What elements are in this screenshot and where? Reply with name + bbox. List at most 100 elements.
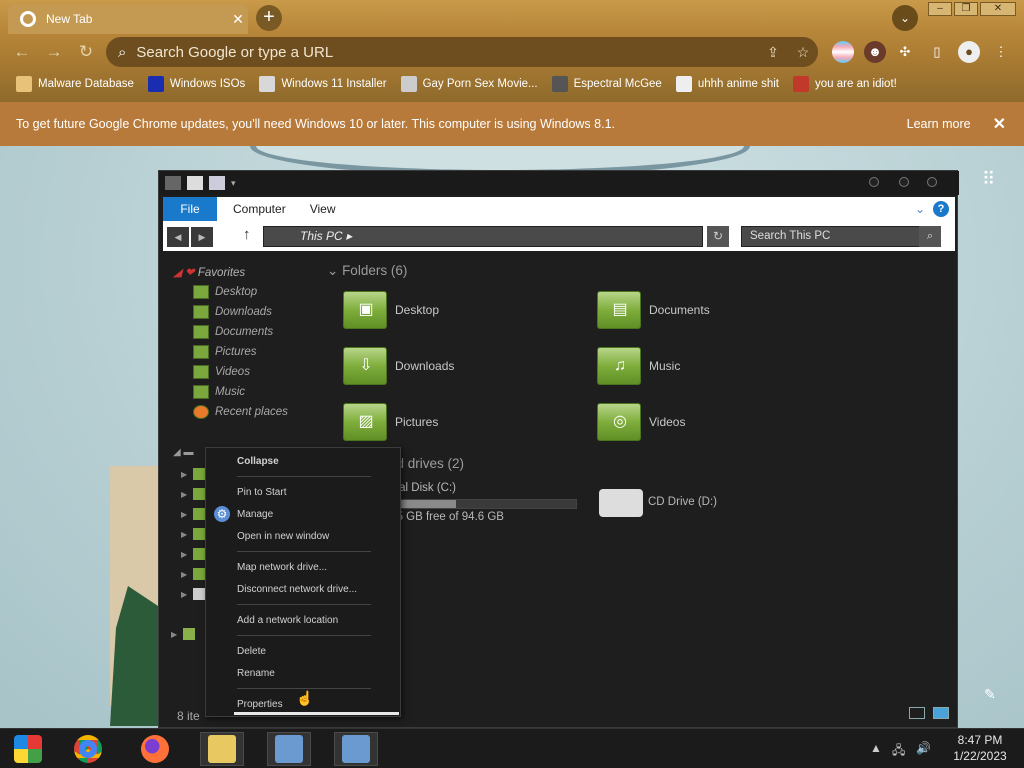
bookmark-label: Espectral McGee [573,78,662,90]
music-note-glyph: ♫ [614,357,626,374]
extensions-puzzle-icon[interactable]: ✣ [894,41,916,63]
customize-pencil-icon[interactable]: ✎ [984,686,996,703]
quick-access-dropdown-icon[interactable]: ▾ [231,178,236,189]
nav-item-music[interactable]: Music [193,385,245,399]
extension-avatar-icon[interactable]: ☻ [864,41,886,63]
learn-more-link[interactable]: Learn more [907,117,971,131]
volume-icon[interactable]: 🔊 [916,741,931,755]
taskbar-chrome[interactable] [66,732,110,766]
menu-item-pin-to-start[interactable]: Pin to Start [237,487,286,498]
profile-icon[interactable]: ● [958,41,980,63]
local-disk-free-space: 5.5 GB free of 94.6 GB [387,511,504,523]
search-input[interactable]: Search This PC [741,226,941,247]
folder-desktop[interactable]: ▣ Desktop [343,291,439,329]
omnibox[interactable]: ⌕ Search Google or type a URL ⇪ ☆ [106,37,818,67]
bookmark-windows-isos[interactable]: Windows ISOs [147,76,245,92]
nav-item-pictures[interactable]: Pictures [193,345,257,359]
window-maximize-button[interactable] [899,177,909,187]
heart-icon: ◢ ❤ [173,267,195,279]
cd-drive-icon[interactable] [599,489,643,517]
large-icons-view-icon[interactable] [933,707,949,719]
bookmark-malware-database[interactable]: Malware Database [16,76,134,92]
cd-drive-label[interactable]: CD Drive (D:) [648,496,717,508]
bookmark-star-icon[interactable]: ☆ [788,44,818,61]
nav-favorites[interactable]: ◢ ❤ Favorites [173,265,245,279]
share-icon[interactable]: ⇪ [758,44,788,61]
bookmark-movie[interactable]: Gay Porn Sex Movie... [400,76,538,92]
window-minimize-button[interactable] [869,177,879,187]
menu-item-disconnect-network-drive[interactable]: Disconnect network drive... [237,584,357,595]
ribbon-tab-computer[interactable]: Computer [233,202,286,216]
nav-item-documents[interactable]: Documents [193,325,273,339]
explorer-back-button[interactable]: ◀ [167,227,189,247]
folder-documents[interactable]: ▤ Documents [597,291,710,329]
menu-item-collapse[interactable]: Collapse [237,456,279,467]
search-icon[interactable]: ⌕ [919,226,941,247]
taskbar-app-2[interactable] [334,732,378,766]
new-tab-button[interactable]: + [256,5,282,31]
window-close-button[interactable] [927,177,937,187]
menu-item-properties[interactable]: Properties [237,699,283,710]
tab-search-button[interactable]: ⌄ [892,5,918,31]
nav-item-downloads[interactable]: Downloads [193,305,272,319]
folder-pictures[interactable]: ▨ Pictures [343,403,438,441]
folder-music[interactable]: ♫ Music [597,347,680,385]
bookmark-anime[interactable]: uhhh anime shit [675,76,779,92]
network-node[interactable]: ▶ [171,627,201,641]
extension-flag-icon[interactable] [832,41,854,63]
network-icon[interactable]: 🖧 [892,741,905,762]
menu-item-manage[interactable]: Manage [237,509,273,520]
nav-item-recent-places[interactable]: Recent places [193,405,288,419]
menu-item-rename[interactable]: Rename [237,668,275,679]
reload-icon[interactable]: ↻ [76,42,96,62]
maximize-button[interactable]: ❐ [954,2,978,16]
setup-installer-icon [275,735,303,763]
forward-icon[interactable]: → [44,42,64,62]
tab-new-tab[interactable]: New Tab ✕ [8,4,248,34]
taskbar-app-1[interactable] [267,732,311,766]
taskbar-file-explorer[interactable] [200,732,244,766]
clock[interactable]: 8:47 PM 1/22/2023 [940,732,1020,764]
menu-item-delete[interactable]: Delete [237,646,266,657]
folder-label: Downloads [395,359,455,373]
omnibox-placeholder: Search Google or type a URL [136,43,334,61]
nav-item-desktop[interactable]: Desktop [193,285,257,299]
apps-grid-icon[interactable]: ⠿ [982,170,1000,188]
refresh-icon[interactable]: ↻ [707,226,729,247]
properties-icon[interactable] [187,176,203,190]
start-button[interactable] [6,732,50,766]
menu-item-map-network-drive[interactable]: Map network drive... [237,562,327,573]
tray-expand-icon[interactable]: ▲ [870,741,882,755]
firefox-icon [141,735,169,763]
ribbon-tab-view[interactable]: View [310,202,336,216]
folder-downloads[interactable]: ⇩ Downloads [343,347,454,385]
side-panel-icon[interactable]: ▯ [926,41,948,63]
nav-item-videos[interactable]: Videos [193,365,250,379]
minimize-button[interactable]: – [928,2,952,16]
taskbar-firefox[interactable] [133,732,177,766]
details-view-icon[interactable] [909,707,925,719]
ribbon-tab-file[interactable]: File [163,197,217,221]
bookmark-espectral-mcgee[interactable]: Espectral McGee [551,76,662,92]
close-button[interactable]: ✕ [980,2,1016,16]
menu-item-add-network-location[interactable]: Add a network location [237,615,338,626]
videos-folder-icon [193,365,209,379]
this-pc-node[interactable]: ◢ ▬ [173,447,193,458]
tab-title: New Tab [46,12,93,26]
new-folder-icon[interactable] [209,176,225,190]
folder-videos[interactable]: ◎ Videos [597,403,685,441]
tab-close-button[interactable]: ✕ [228,11,248,28]
menu-item-open-in-new-window[interactable]: Open in new window [237,531,329,542]
help-icon[interactable]: ? [933,201,949,217]
bookmark-you-are-an-idiot[interactable]: you are an idiot! [793,76,897,92]
browser-chrome: New Tab ✕ + ⌄ – ❐ ✕ ← → ↻ ⌕ Search Googl… [0,0,1024,102]
ribbon-expand-chevron-icon[interactable]: ⌄ [915,202,925,216]
up-arrow-icon[interactable]: ↑ [243,226,251,243]
explorer-forward-button[interactable]: ▶ [191,227,213,247]
menu-dots-icon[interactable]: ⋮ [990,41,1012,63]
address-bar[interactable]: This PC ▸ [263,226,703,247]
bookmark-windows-11-installer[interactable]: Windows 11 Installer [259,76,387,92]
back-icon[interactable]: ← [12,42,32,62]
infobar-close-button[interactable]: ✕ [993,114,1006,134]
folders-group-header[interactable]: ⌄ Folders (6) [327,263,407,279]
